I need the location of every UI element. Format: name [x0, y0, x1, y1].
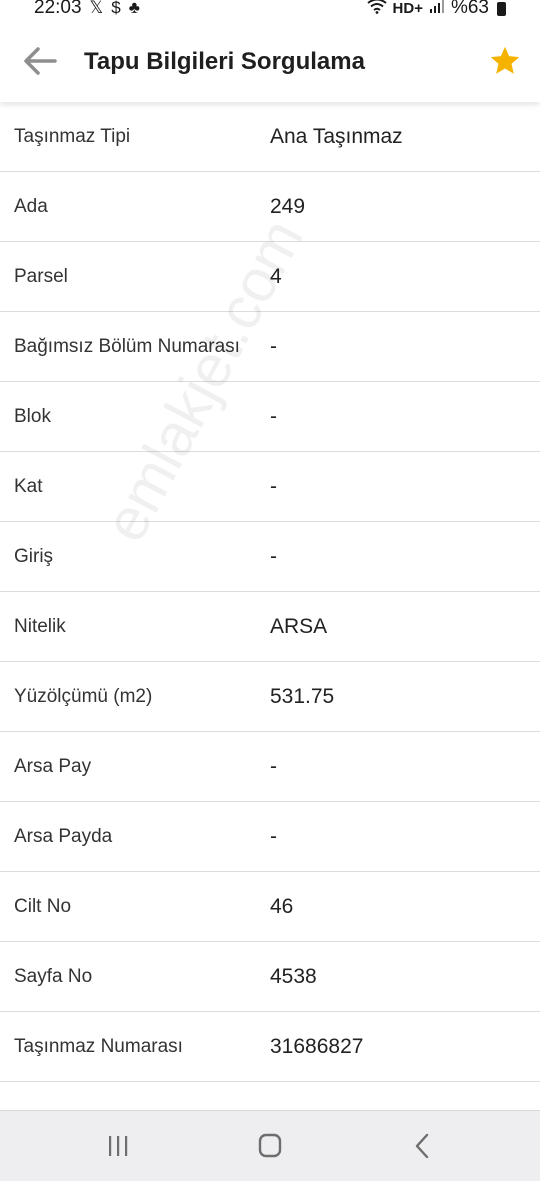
back-button[interactable] [22, 46, 58, 76]
recent-apps-icon [109, 1136, 128, 1156]
property-details-list[interactable]: Mahalle/KöyKURŞUNLU KTaşınmaz TipiAna Ta… [0, 102, 540, 1110]
status-right: HD+ %63 [366, 0, 506, 19]
detail-label: Kat [14, 476, 43, 497]
system-nav-bar [0, 1110, 540, 1181]
home-button[interactable] [250, 1131, 290, 1161]
detail-row: Giriş - [0, 522, 540, 592]
star-icon [490, 46, 520, 74]
detail-value: 4 [270, 265, 282, 288]
detail-value: - [270, 335, 277, 358]
detail-label: Ada [14, 196, 48, 217]
detail-value: 249 [270, 195, 306, 218]
detail-row: Kat - [0, 452, 540, 522]
app-icon: ♣ [128, 0, 140, 17]
x-logo-icon: 𝕏 [89, 0, 104, 17]
status-bar: 22:03 𝕏 $ ♣ HD+ %63 [0, 0, 540, 22]
app-bar: Tapu Bilgileri Sorgulama [0, 22, 540, 102]
detail-row: Cilt No 46 [0, 872, 540, 942]
detail-row: Nitelik ARSA [0, 592, 540, 662]
page-title: Tapu Bilgileri Sorgulama [84, 48, 365, 75]
detail-value: ARSA [270, 615, 328, 638]
detail-row: Yüzölçümü (m2) 531.75 [0, 662, 540, 732]
detail-value: - [270, 405, 277, 428]
detail-label: Sayfa No [14, 966, 93, 987]
detail-row: Ada 249 [0, 172, 540, 242]
detail-row: Taşınmaz Numarası 31686827 [0, 1012, 540, 1082]
battery-icon [497, 2, 506, 16]
detail-row: Parsel 4 [0, 242, 540, 312]
detail-label: Parsel [14, 266, 68, 287]
detail-label: Arsa Pay [14, 756, 92, 777]
detail-label: Giriş [14, 546, 54, 567]
detail-label: Taşınmaz Tipi [14, 126, 131, 147]
status-time: 22:03 [34, 0, 82, 18]
detail-value: 531.75 [270, 685, 335, 708]
detail-label: Yüzölçümü (m2) [14, 686, 153, 707]
detail-row: Arsa Payda - [0, 802, 540, 872]
signal-icon [429, 0, 445, 18]
favorite-button[interactable] [488, 44, 522, 78]
detail-value: Ana Taşınmaz [270, 125, 403, 148]
hd-plus-icon: HD+ [392, 0, 423, 17]
detail-value: 31686827 [270, 1035, 364, 1058]
detail-label: Nitelik [14, 616, 66, 637]
back-nav-icon [415, 1133, 429, 1159]
detail-value: - [270, 825, 277, 848]
detail-label: Arsa Payda [14, 826, 113, 847]
home-icon [258, 1133, 282, 1158]
detail-value: - [270, 475, 277, 498]
detail-label: Bağımsız Bölüm Numarası [14, 336, 240, 357]
detail-label: Blok [14, 406, 51, 427]
detail-value: - [270, 755, 277, 778]
nav-back-button[interactable] [402, 1131, 442, 1161]
recent-apps-button[interactable] [98, 1131, 138, 1161]
detail-value: 46 [270, 895, 294, 918]
detail-row: Bağımsız Bölüm Numarası - [0, 312, 540, 382]
detail-value: - [270, 545, 277, 568]
detail-label: Cilt No [14, 896, 72, 917]
dollar-icon: $ [111, 0, 121, 17]
detail-row: Arsa Pay - [0, 732, 540, 802]
arrow-left-icon [24, 47, 57, 75]
detail-row: Sayfa No 4538 [0, 942, 540, 1012]
detail-label: Taşınmaz Numarası [14, 1036, 183, 1057]
wifi-icon [366, 0, 387, 19]
status-left: 22:03 𝕏 $ ♣ [34, 0, 140, 19]
rows-container: Mahalle/KöyKURŞUNLU KTaşınmaz TipiAna Ta… [0, 102, 540, 1082]
detail-row: Blok - [0, 382, 540, 452]
detail-row: Taşınmaz Tipi Ana Taşınmaz [0, 102, 540, 172]
battery-percent: %63 [450, 0, 489, 18]
detail-value: 4538 [270, 965, 317, 988]
